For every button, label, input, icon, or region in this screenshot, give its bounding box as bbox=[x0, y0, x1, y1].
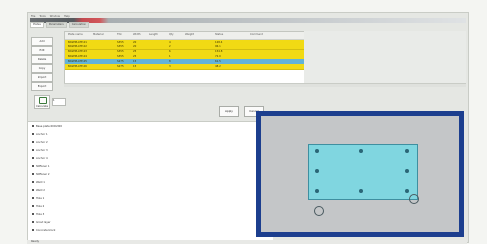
list-item[interactable]: Hole 3 bbox=[32, 213, 44, 216]
list-item[interactable]: Concrete block bbox=[32, 229, 55, 232]
col-header[interactable]: Weight bbox=[185, 33, 194, 36]
base-plate-shape[interactable] bbox=[308, 144, 418, 200]
calculate-button[interactable]: Calculate bbox=[34, 95, 50, 109]
mid-toolbar: Calculate 1 bbox=[30, 91, 466, 109]
list-item[interactable]: Anchor 3 bbox=[32, 149, 48, 152]
list-item[interactable]: Anchor 4 bbox=[32, 157, 48, 160]
application-window: File Tools Window Help Plates Parameters… bbox=[27, 12, 469, 243]
col-header[interactable]: Length bbox=[149, 33, 158, 36]
bullet-icon bbox=[32, 125, 34, 127]
col-header[interactable]: Plate name bbox=[68, 33, 83, 36]
count-field[interactable]: 1 bbox=[52, 98, 66, 106]
col-header[interactable]: Width bbox=[133, 33, 141, 36]
tab-plates[interactable]: Plates bbox=[30, 22, 44, 28]
table-row[interactable]: BASEPLATE-06 S275 15 3 48.2 bbox=[65, 64, 305, 70]
hole-marker bbox=[315, 149, 319, 153]
tab-bar: Plates Parameters Calculation bbox=[30, 22, 466, 28]
apply-button[interactable]: Apply bbox=[219, 106, 239, 117]
import-button[interactable]: Import bbox=[31, 73, 53, 82]
hole-marker bbox=[359, 149, 363, 153]
anchor-circle bbox=[409, 194, 419, 204]
tab-calculation[interactable]: Calculation bbox=[68, 22, 90, 28]
list-item[interactable]: Base plate 600x300 bbox=[32, 125, 62, 128]
table-empty-area bbox=[304, 31, 466, 83]
hole-marker bbox=[405, 169, 409, 173]
col-header[interactable]: Status bbox=[215, 33, 223, 36]
hole-marker bbox=[405, 189, 409, 193]
export-button[interactable]: Export bbox=[31, 82, 53, 91]
status-bar: Ready bbox=[27, 240, 467, 244]
horizontal-scrollbar[interactable] bbox=[64, 83, 466, 87]
list-item[interactable]: Anchor 2 bbox=[32, 141, 48, 144]
bullet-icon bbox=[32, 141, 34, 143]
col-header[interactable]: Material bbox=[93, 33, 104, 36]
drawing-canvas[interactable] bbox=[261, 116, 459, 232]
tab-parameters[interactable]: Parameters bbox=[45, 22, 67, 28]
copy-button[interactable]: Copy bbox=[31, 64, 53, 73]
bullet-icon bbox=[32, 157, 34, 159]
bullet-icon bbox=[32, 149, 34, 151]
hole-marker bbox=[315, 189, 319, 193]
hole-marker bbox=[315, 169, 319, 173]
bullet-icon bbox=[32, 181, 34, 183]
list-item[interactable]: Weld 1 bbox=[32, 181, 45, 184]
col-header[interactable]: Qty bbox=[169, 33, 174, 36]
list-item[interactable]: Grout layer bbox=[32, 221, 51, 224]
col-header[interactable]: Comment bbox=[250, 33, 263, 36]
status-text: Ready bbox=[31, 240, 40, 243]
bullet-icon bbox=[32, 173, 34, 175]
calculate-icon bbox=[39, 97, 47, 104]
bullet-icon bbox=[32, 229, 34, 231]
bullet-icon bbox=[32, 197, 34, 199]
plates-table: Plate name Material Thk Width Length Qty… bbox=[64, 31, 306, 85]
delete-button[interactable]: Delete bbox=[31, 55, 53, 64]
bullet-icon bbox=[32, 213, 34, 215]
bullet-icon bbox=[32, 221, 34, 223]
add-button[interactable]: Add bbox=[31, 37, 53, 46]
bullet-icon bbox=[32, 205, 34, 207]
edit-button[interactable]: Edit bbox=[31, 46, 53, 55]
hole-marker bbox=[405, 149, 409, 153]
table-header: Plate name Material Thk Width Length Qty… bbox=[65, 32, 305, 40]
list-item[interactable]: Anchor 1 bbox=[32, 133, 48, 136]
hole-marker bbox=[359, 189, 363, 193]
list-item[interactable]: Stiffener 1 bbox=[32, 165, 50, 168]
drawing-viewer[interactable] bbox=[256, 111, 464, 237]
list-item[interactable]: Hole 2 bbox=[32, 205, 44, 208]
list-item[interactable]: Weld 2 bbox=[32, 189, 45, 192]
list-item[interactable]: Hole 1 bbox=[32, 197, 44, 200]
bullet-icon bbox=[32, 189, 34, 191]
list-item[interactable]: Stiffener 2 bbox=[32, 173, 50, 176]
component-list: Base plate 600x300 Anchor 1 Anchor 2 Anc… bbox=[28, 121, 273, 240]
col-header[interactable]: Thk bbox=[117, 33, 122, 36]
bullet-icon bbox=[32, 165, 34, 167]
bullet-icon bbox=[32, 133, 34, 135]
anchor-circle bbox=[314, 206, 324, 216]
